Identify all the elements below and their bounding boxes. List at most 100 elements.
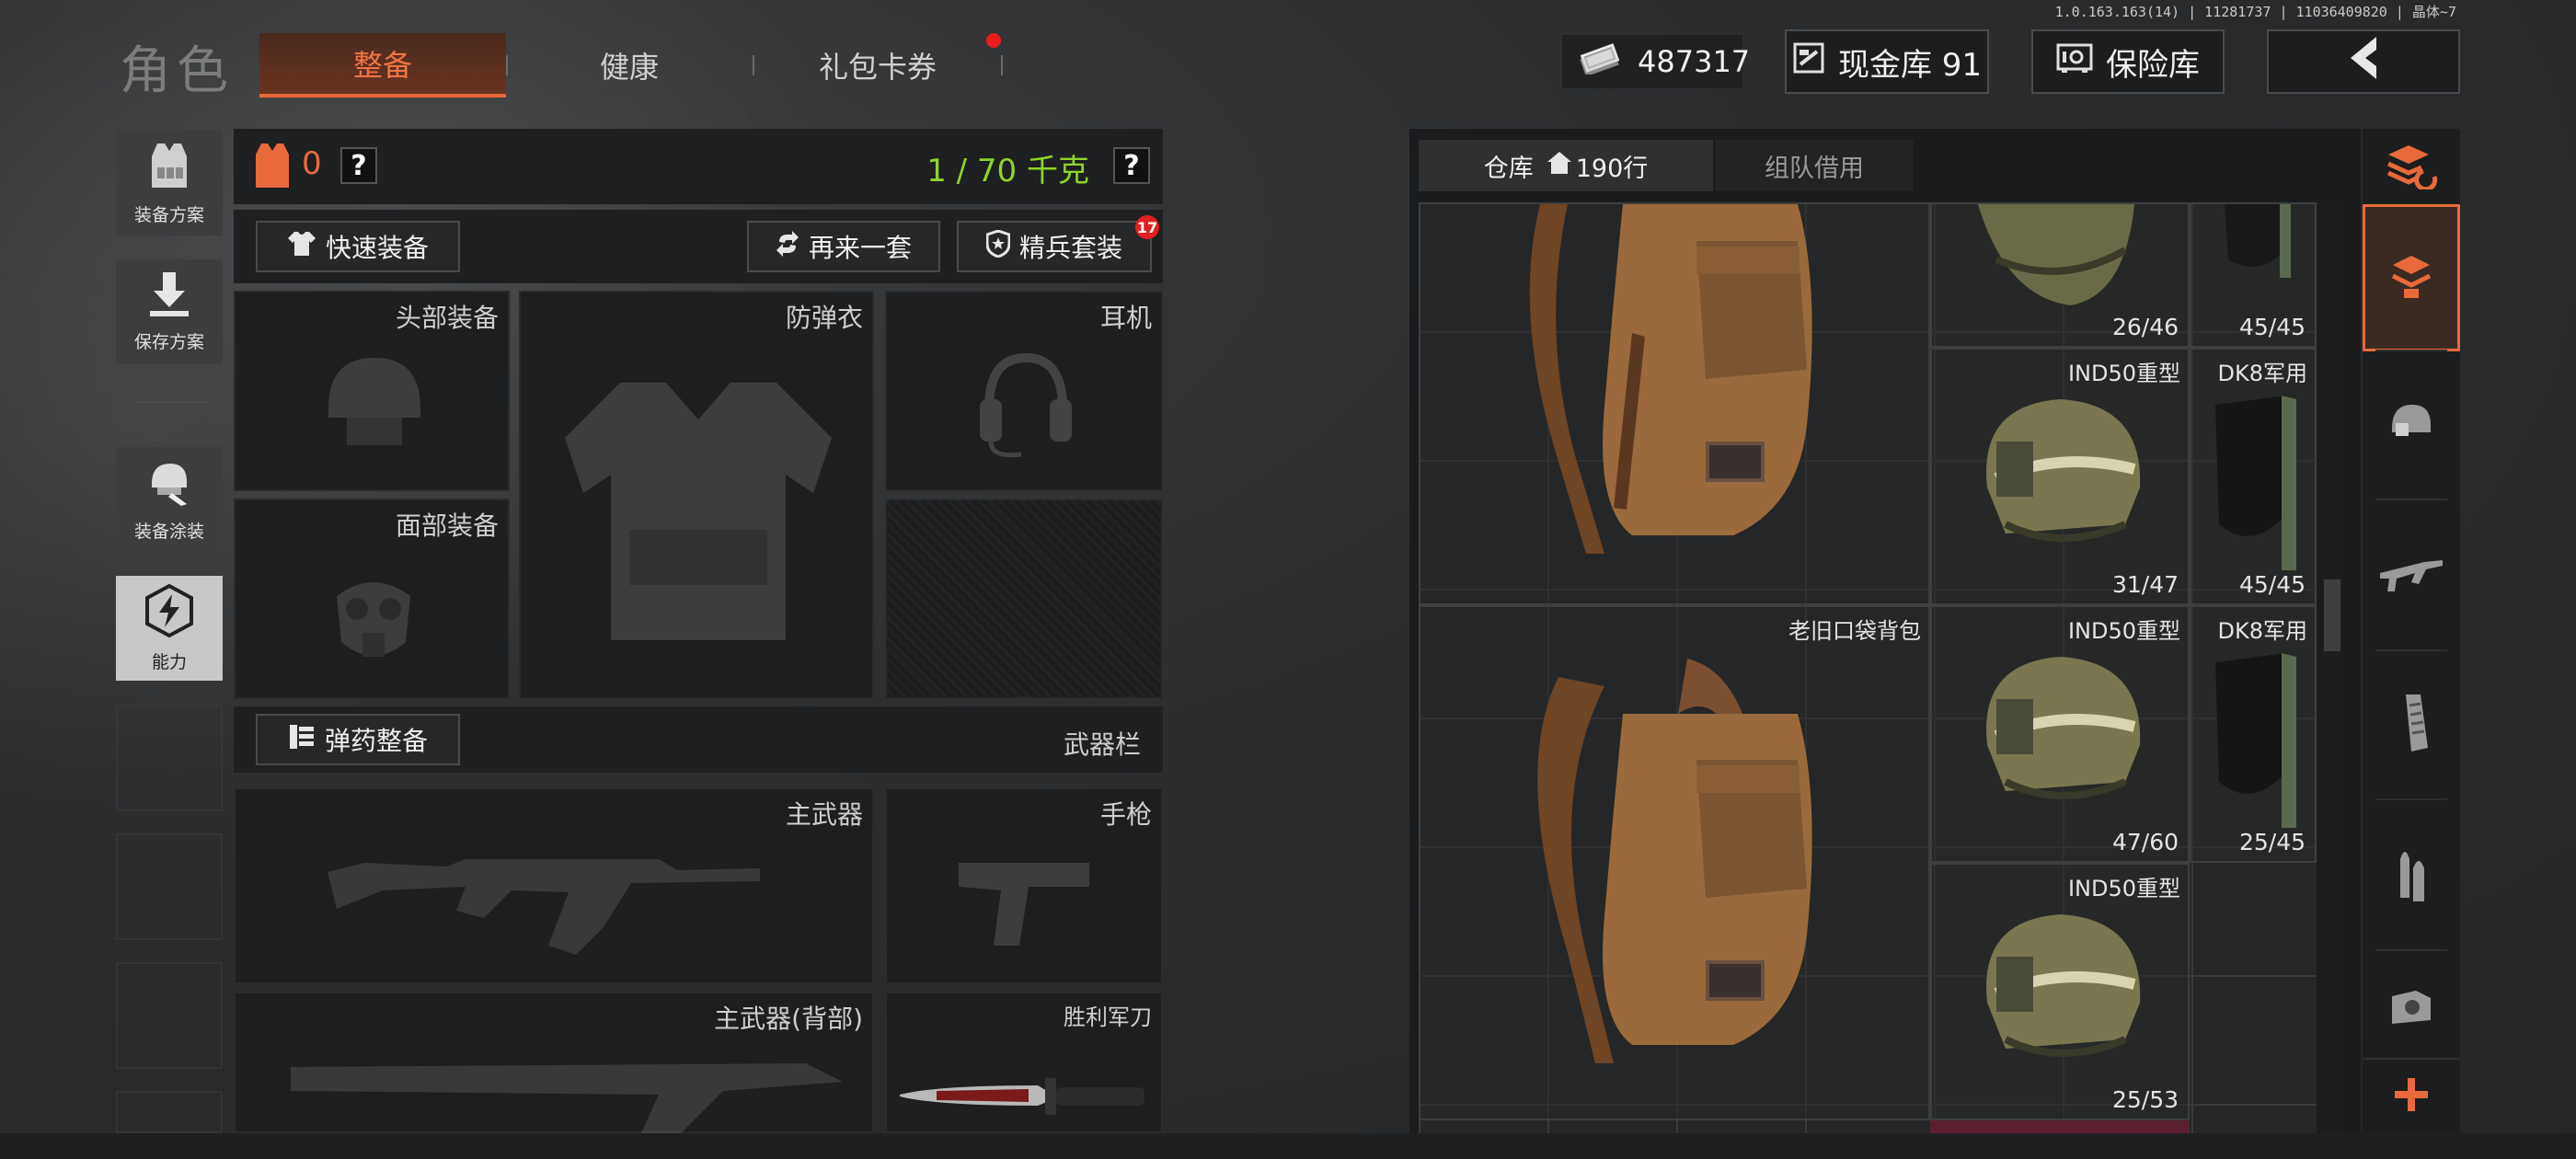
category-divider — [2375, 499, 2447, 500]
shirt-icon — [287, 230, 316, 264]
tab-divider — [1001, 55, 1003, 75]
helmet-icon — [2388, 401, 2434, 445]
sidebar-item-equip-paint[interactable]: 装备涂装 — [116, 447, 223, 552]
slot-label: 胜利军刀 — [1064, 1004, 1152, 1030]
armor-count: 0 — [302, 145, 322, 182]
knife-icon — [900, 1073, 1148, 1122]
cash-vault-button[interactable]: 现金库 91 — [1785, 29, 1989, 94]
helmet-icon — [1969, 644, 2153, 822]
ammo-prep-label: 弹药整备 — [324, 726, 428, 756]
weight-display: 1 / 70 千克 — [926, 153, 1089, 189]
slot-label: 主武器(背部) — [714, 1004, 863, 1034]
tab-equip[interactable]: 整备 — [259, 33, 506, 98]
help-icon[interactable]: ? — [340, 147, 377, 184]
ammo-icon — [288, 723, 316, 757]
weapon-bar-label: 武器栏 — [1063, 729, 1141, 760]
ammo-prep-button[interactable]: 弹药整备 — [256, 714, 460, 765]
sidebar-empty-slot — [116, 962, 223, 1069]
stack-refresh-icon — [2385, 143, 2438, 193]
vest-icon — [146, 140, 192, 196]
category-guns[interactable] — [2363, 517, 2460, 637]
slot-face[interactable]: 面部装备 — [234, 499, 510, 699]
another-set-button[interactable]: 再来一套 — [747, 221, 940, 272]
storage-item-helmet[interactable]: IND50重型 25/53 — [1930, 863, 2190, 1120]
sidebar-item-equip-plan[interactable]: 装备方案 — [116, 131, 223, 235]
item-durability: 25/45 — [2238, 829, 2306, 855]
tab-warehouse[interactable]: 仓库 190行 — [1419, 140, 1713, 191]
elite-set-label: 精兵套装 — [1018, 233, 1122, 263]
storage-grid: 老旧口袋背包 26/46 45/45 IND50重型 31/47 DK8军用 4… — [1419, 202, 2317, 1133]
slot-primary-weapon[interactable]: 主武器 — [234, 787, 874, 984]
storage-item-helmet[interactable]: IND50重型 47/60 — [1930, 605, 2190, 863]
sidebar-item-save-plan[interactable]: 保存方案 — [116, 259, 223, 364]
slot-headset[interactable]: 耳机 — [885, 291, 1163, 491]
category-helmet[interactable] — [2363, 368, 2460, 478]
quick-equip-button[interactable]: 快速装备 — [256, 221, 460, 272]
item-durability: 47/60 — [2111, 829, 2179, 855]
category-divider — [2375, 798, 2447, 800]
sidebar-item-label: 装备涂装 — [133, 522, 204, 542]
magazine-icon — [2393, 693, 2430, 757]
face-shield-icon — [2212, 653, 2304, 841]
storage-scrollbar[interactable] — [2322, 202, 2342, 1133]
elite-set-button[interactable]: 精兵套装 — [957, 221, 1152, 272]
category-ammo[interactable] — [2363, 817, 2460, 935]
armor-vest-icon — [254, 142, 291, 193]
money-display: 487317 — [1562, 35, 1750, 88]
sidebar-divider — [138, 401, 212, 403]
item-name: IND50重型 — [2067, 361, 2180, 386]
sidebar-empty-slot — [116, 1091, 223, 1133]
item-durability: 31/47 — [2111, 571, 2179, 598]
slot-pistol[interactable]: 手枪 — [885, 787, 1163, 984]
sidebar-item-ability[interactable]: 能力 — [116, 576, 223, 681]
category-magazines[interactable] — [2363, 668, 2460, 782]
slot-armor[interactable]: 防弹衣 — [519, 291, 874, 699]
category-divider — [2375, 949, 2447, 951]
tab-health[interactable]: 健康 — [506, 33, 753, 98]
shield-icon — [985, 228, 1011, 264]
slot-primary-weapon-back[interactable]: 主武器(背部) — [234, 992, 874, 1137]
slot-label: 防弹衣 — [785, 303, 863, 333]
warehouse-tab-label: 仓库 — [1483, 154, 1534, 183]
tab-gift-coupons[interactable]: 礼包卡券 — [754, 33, 1001, 98]
back-arrow-icon — [2343, 35, 2384, 89]
storage-item-backpack[interactable]: 老旧口袋背包 — [1419, 605, 1930, 1120]
category-all[interactable] — [2363, 204, 2460, 351]
storage-item-face-shield[interactable]: 45/45 — [2190, 202, 2317, 348]
armor-vest-icon — [556, 373, 841, 653]
storage-scroll-thumb[interactable] — [2324, 580, 2340, 651]
slot-head[interactable]: 头部装备 — [234, 291, 510, 491]
download-icon — [146, 270, 192, 323]
help-icon[interactable]: ? — [1113, 147, 1150, 184]
storage-item-partial — [1930, 1120, 2190, 1133]
slot-label: 面部装备 — [395, 511, 499, 541]
face-shield-icon — [2221, 204, 2294, 291]
storage-item-helmet[interactable]: IND50重型 31/47 — [1930, 348, 2190, 605]
safe-vault-button[interactable]: 保险库 — [2031, 29, 2225, 94]
storage-item-face-shield[interactable]: DK8军用 45/45 — [2190, 348, 2317, 605]
tab-team-borrow[interactable]: 组队借用 — [1715, 140, 1914, 191]
rifle-icon — [2378, 555, 2444, 599]
scope-icon — [2388, 987, 2434, 1033]
item-name: IND50重型 — [2067, 618, 2180, 644]
helmet-icon — [315, 344, 434, 467]
helmet-icon — [1969, 386, 2153, 565]
category-divider — [2375, 350, 2447, 351]
category-attachments[interactable] — [2363, 968, 2460, 1052]
storage-item-face-shield[interactable]: DK8军用 25/45 — [2190, 605, 2317, 863]
slot-melee[interactable]: 胜利军刀 — [885, 992, 1163, 1133]
slot-label: 手枪 — [1099, 799, 1152, 830]
sort-stack-button[interactable] — [2363, 132, 2460, 204]
version-text: 1.0.163.163(14) | 11281737 | 11036409820… — [2054, 4, 2456, 20]
item-durability: 45/45 — [2238, 314, 2306, 340]
item-durability: 45/45 — [2238, 571, 2306, 598]
slot-label: 耳机 — [1099, 303, 1152, 333]
item-durability: 26/46 — [2111, 314, 2179, 340]
sidebar-empty-slot — [116, 833, 223, 940]
storage-item-helmet[interactable]: 26/46 — [1930, 202, 2190, 348]
storage-item-backpack[interactable] — [1419, 202, 1930, 605]
plus-icon — [2393, 1076, 2430, 1117]
sidebar-item-label: 保存方案 — [133, 332, 204, 352]
back-button[interactable] — [2267, 29, 2460, 94]
add-button[interactable] — [2363, 1058, 2460, 1133]
